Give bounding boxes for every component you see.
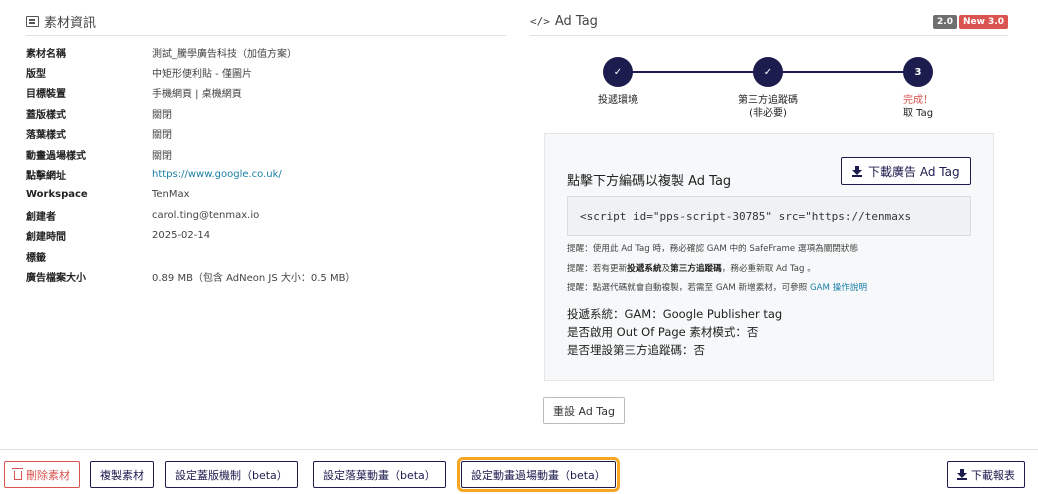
download-ad-tag-button[interactable]: 下載廣告 Ad Tag (841, 157, 971, 185)
note-gam: 提醒：點選代碼就會自動複製，若需至 GAM 新增素材，可參照 GAM 操作說明 (567, 283, 868, 293)
info-label: 目標裝置 (26, 89, 66, 101)
info-label: 素材名稱 (26, 48, 66, 60)
gam-guide-link[interactable]: GAM 操作說明 (810, 283, 867, 293)
info-label: 動畫過場樣式 (26, 150, 86, 162)
version-badges: 2.0 New 3.0 (933, 14, 1008, 29)
step-3-number[interactable]: 3 (903, 57, 933, 87)
version-badge-3[interactable]: New 3.0 (958, 14, 1008, 29)
ad-tag-title: Ad Tag (554, 14, 598, 29)
click-url-link[interactable]: https://www.google.co.uk/ (152, 169, 282, 180)
info-value: 關閉 (152, 109, 172, 121)
info-label: 標籤 (26, 252, 46, 264)
info-row: 落葉樣式 關閉 (26, 124, 506, 144)
info-row: 目標裝置 手機網頁 | 桌機網頁 (26, 83, 506, 103)
trash-icon (12, 468, 23, 480)
step-1-label: 投遞環境 (598, 95, 638, 106)
note-safeframe: 提醒：使用此 Ad Tag 時，務必確認 GAM 中的 SafeFrame 選項… (567, 244, 859, 254)
info-row: 蓋版樣式 關閉 (26, 103, 506, 123)
summary-third-party: 是否埋設第三方追蹤碼：否 (567, 343, 705, 357)
step-1-check-icon[interactable]: ✓ (603, 57, 633, 87)
ad-tag-header: </> Ad Tag 2.0 New 3.0 (530, 14, 1008, 36)
material-info-title: 素材資訊 (44, 16, 97, 31)
info-value: 0.89 MB（包含 AdNeon JS 大小：0.5 MB） (152, 272, 356, 284)
material-info-panel: 素材資訊 素材名稱 測試_騰學廣告科技（加值方案） 版型 中矩形便利貼 - 僅圖片目標… (26, 14, 506, 287)
info-value: 關閉 (152, 150, 172, 162)
ad-tag-box: 點擊下方編碼以複製 Ad Tag 下載廣告 Ad Tag <script id=… (544, 133, 994, 381)
summary-delivery-system: 投遞系統：GAM：Google Publisher tag (567, 307, 783, 321)
info-label: 點擊網址 (26, 171, 66, 183)
set-transition-animation-button[interactable]: 設定動畫過場動畫（beta） (457, 457, 620, 492)
info-label: 落葉樣式 (26, 130, 66, 142)
version-badge-2[interactable]: 2.0 (933, 14, 957, 29)
material-info-table: 素材名稱 測試_騰學廣告科技（加值方案） 版型 中矩形便利貼 - 僅圖片目標裝置 手機網… (26, 42, 506, 287)
ad-tag-code-field[interactable]: <script id="pps-script-30785" src="https… (567, 196, 971, 236)
set-leaf-animation-button[interactable]: 設定落葉動畫（beta） (313, 461, 446, 488)
info-row: 創建時間 2025-02-14 (26, 226, 506, 246)
info-value: 中矩形便利貼 - 僅圖片 (152, 69, 252, 81)
set-cover-button[interactable]: 設定蓋版機制（beta） (165, 461, 298, 488)
copy-material-button[interactable]: 複製素材 (90, 461, 154, 488)
material-info-header: 素材資訊 (26, 14, 506, 36)
info-row: 創建者 carol.ting@tenmax.io (26, 205, 506, 225)
info-value: 手機網頁 | 桌機網頁 (152, 89, 242, 101)
progress-stepper: ✓ ✓ 3 投遞環境 第三方追蹤碼 (非必要) 完成！ 取 Tag (530, 54, 1008, 134)
info-row: 標籤 (26, 246, 506, 266)
reset-ad-tag-button[interactable]: 重設 Ad Tag (543, 397, 625, 424)
copy-ad-tag-title: 點擊下方編碼以複製 Ad Tag (567, 174, 732, 189)
code-icon: </> (530, 15, 550, 28)
info-row: 廣告檔案大小 0.89 MB（包含 AdNeon JS 大小：0.5 MB） (26, 266, 506, 286)
note-update: 提醒：若有更新投遞系統及第三方追蹤碼，務必重新取 Ad Tag 。 (567, 264, 816, 274)
step-2-label: 第三方追蹤碼 (非必要) (738, 95, 798, 119)
info-value: 測試_騰學廣告科技（加值方案） (152, 48, 297, 60)
info-value: 關閉 (152, 130, 172, 142)
download-icon (852, 165, 862, 177)
info-label: 版型 (26, 69, 46, 81)
info-row: Workspace TenMax (26, 185, 506, 205)
step-2-check-icon[interactable]: ✓ (753, 57, 783, 87)
delete-material-button[interactable]: 刪除素材 (4, 461, 80, 488)
footer-divider (0, 449, 1038, 450)
info-row: 素材名稱 測試_騰學廣告科技（加值方案） (26, 42, 506, 62)
info-label: Workspace (26, 189, 88, 201)
summary-out-of-page: 是否啟用 Out Of Page 素材模式：否 (567, 325, 759, 339)
download-report-button[interactable]: 下載報表 (947, 461, 1025, 488)
info-value: TenMax (152, 189, 190, 201)
info-label: 蓋版樣式 (26, 109, 66, 121)
info-label: 廣告檔案大小 (26, 272, 86, 284)
info-label: 創建時間 (26, 232, 66, 244)
info-row: 點擊網址 https://www.google.co.uk/ (26, 164, 506, 184)
step-3-label: 完成！ 取 Tag (902, 95, 934, 119)
list-icon (26, 16, 39, 27)
info-value: carol.ting@tenmax.io (152, 209, 260, 221)
info-row: 版型 中矩形便利貼 - 僅圖片 (26, 62, 506, 82)
download-icon (957, 469, 967, 480)
info-value: 2025-02-14 (152, 230, 211, 242)
ad-tag-panel: </> Ad Tag 2.0 New 3.0 ✓ ✓ 3 投遞環境 第三方追蹤碼… (530, 14, 1008, 134)
info-row: 動畫過場樣式 關閉 (26, 144, 506, 164)
info-label: 創建者 (26, 211, 56, 223)
